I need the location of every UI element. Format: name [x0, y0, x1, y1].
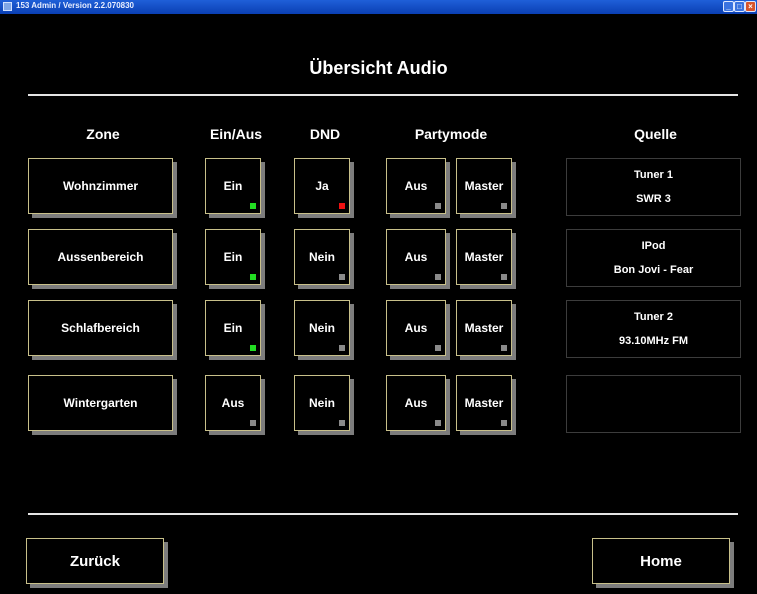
column-header-partymode: Partymode	[414, 126, 488, 142]
status-led-icon	[435, 345, 441, 351]
quelle-box-wintergarten[interactable]	[566, 375, 741, 433]
party-label: Aus	[404, 250, 428, 264]
status-led-icon	[435, 420, 441, 426]
quelle-source: IPod	[641, 240, 666, 252]
dnd-button-schlafbereich[interactable]: Nein	[294, 300, 350, 356]
close-icon[interactable]: ×	[745, 1, 756, 12]
master-label: Master	[464, 396, 504, 410]
status-led-icon	[435, 274, 441, 280]
status-led-icon	[250, 345, 256, 351]
party-button-wintergarten[interactable]: Aus	[386, 375, 446, 431]
dnd-label: Nein	[308, 250, 335, 264]
master-button-wintergarten[interactable]: Master	[456, 375, 512, 431]
dnd-label: Nein	[308, 321, 335, 335]
title-bar[interactable]: 153 Admin / Version 2.2.070830 _ □ ×	[0, 0, 757, 14]
dnd-label: Ja	[315, 179, 329, 193]
party-button-schlafbereich[interactable]: Aus	[386, 300, 446, 356]
party-button-wohnzimmer[interactable]: Aus	[386, 158, 446, 214]
master-label: Master	[464, 179, 504, 193]
status-led-icon	[501, 203, 507, 209]
maximize-icon[interactable]: □	[734, 1, 745, 12]
quelle-source: Tuner 1	[634, 169, 673, 181]
zone-button-aussenbereich[interactable]: Aussenbereich	[28, 229, 173, 285]
master-button-wohnzimmer[interactable]: Master	[456, 158, 512, 214]
column-header-quelle: Quelle	[634, 126, 677, 142]
master-button-aussenbereich[interactable]: Master	[456, 229, 512, 285]
party-label: Aus	[404, 179, 428, 193]
einaus-button-schlafbereich[interactable]: Ein	[205, 300, 261, 356]
einaus-label: Ein	[223, 321, 243, 335]
quelle-detail: 93.10MHz FM	[618, 335, 689, 347]
zone-button-wintergarten[interactable]: Wintergarten	[28, 375, 173, 431]
party-label: Aus	[404, 396, 428, 410]
einaus-label: Ein	[223, 179, 243, 193]
party-label: Aus	[404, 321, 428, 335]
home-button[interactable]: Home	[592, 538, 730, 584]
einaus-label: Ein	[223, 250, 243, 264]
quelle-source: Tuner 2	[634, 311, 673, 323]
status-led-icon	[501, 345, 507, 351]
top-divider	[28, 94, 738, 96]
app-icon	[3, 2, 12, 11]
status-led-icon	[501, 420, 507, 426]
dnd-button-wintergarten[interactable]: Nein	[294, 375, 350, 431]
status-led-icon	[435, 203, 441, 209]
column-header-einaus: Ein/Aus	[209, 126, 263, 142]
status-led-icon	[250, 274, 256, 280]
page-title: Übersicht Audio	[309, 58, 448, 78]
party-button-aussenbereich[interactable]: Aus	[386, 229, 446, 285]
master-label: Master	[464, 321, 504, 335]
dnd-label: Nein	[308, 396, 335, 410]
quelle-detail: SWR 3	[636, 193, 671, 205]
zone-button-schlafbereich[interactable]: Schlafbereich	[28, 300, 173, 356]
status-led-icon	[339, 274, 345, 280]
status-led-icon	[339, 420, 345, 426]
status-led-icon	[339, 345, 345, 351]
quelle-box-wohnzimmer[interactable]: Tuner 1 SWR 3	[566, 158, 741, 216]
window-title: 153 Admin / Version 2.2.070830	[16, 1, 134, 10]
status-led-icon	[339, 203, 345, 209]
quelle-box-aussenbereich[interactable]: IPod Bon Jovi - Fear	[566, 229, 741, 287]
master-label: Master	[464, 250, 504, 264]
einaus-button-wohnzimmer[interactable]: Ein	[205, 158, 261, 214]
dnd-button-wohnzimmer[interactable]: Ja	[294, 158, 350, 214]
back-button[interactable]: Zurück	[26, 538, 164, 584]
einaus-button-wintergarten[interactable]: Aus	[205, 375, 261, 431]
quelle-box-schlafbereich[interactable]: Tuner 2 93.10MHz FM	[566, 300, 741, 358]
status-led-icon	[501, 274, 507, 280]
zone-button-wohnzimmer[interactable]: Wohnzimmer	[28, 158, 173, 214]
master-button-schlafbereich[interactable]: Master	[456, 300, 512, 356]
dnd-button-aussenbereich[interactable]: Nein	[294, 229, 350, 285]
quelle-detail: Bon Jovi - Fear	[613, 264, 694, 276]
status-led-icon	[250, 203, 256, 209]
einaus-button-aussenbereich[interactable]: Ein	[205, 229, 261, 285]
app-window: 153 Admin / Version 2.2.070830 _ □ × Übe…	[0, 0, 757, 594]
bottom-divider	[28, 513, 738, 515]
column-header-zone: Zone	[86, 126, 120, 142]
column-header-dnd: DND	[309, 126, 341, 142]
einaus-label: Aus	[221, 396, 245, 410]
minimize-icon[interactable]: _	[723, 1, 734, 12]
status-led-icon	[250, 420, 256, 426]
